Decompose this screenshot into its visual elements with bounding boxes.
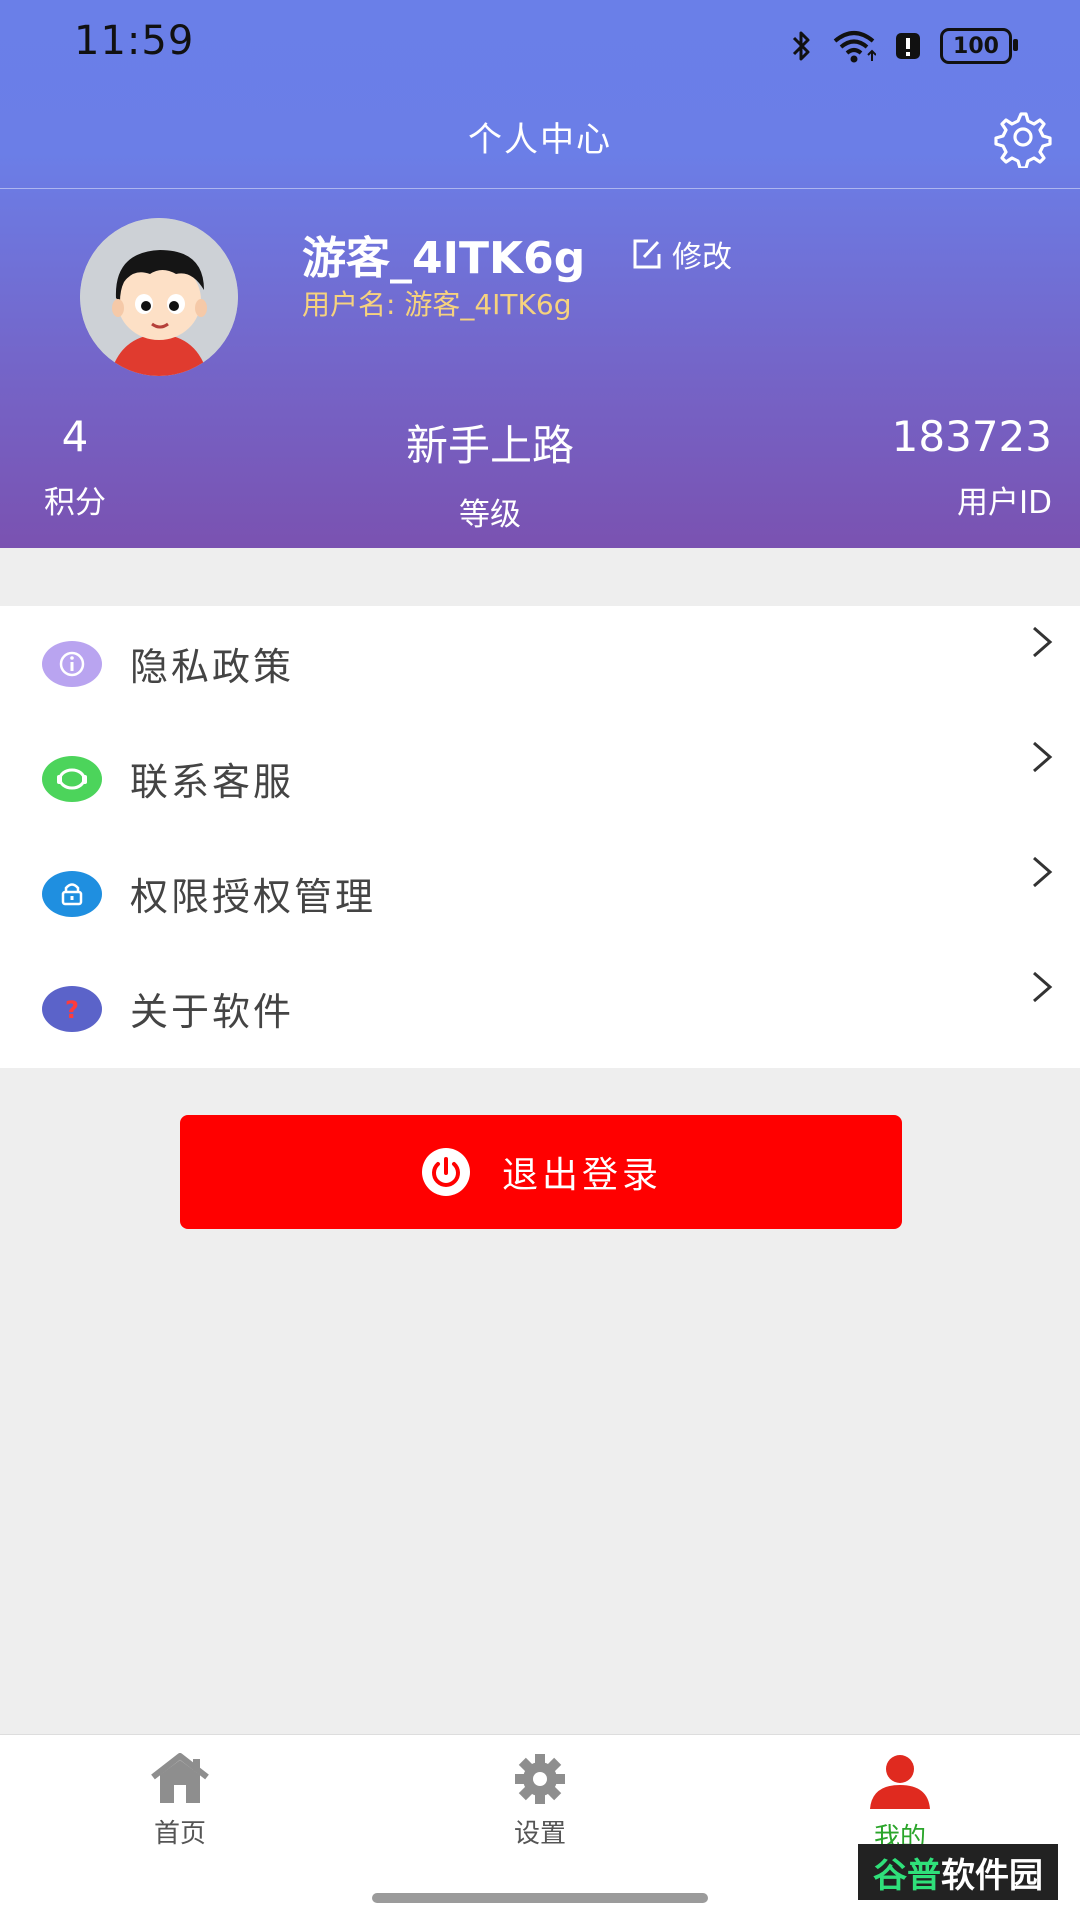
alert-icon: [896, 33, 920, 59]
tab-mine[interactable]: 我的: [810, 1753, 990, 1854]
user-icon: [870, 1755, 930, 1809]
page-title: 个人中心: [468, 120, 612, 160]
menu-label: 隐私政策: [130, 645, 295, 689]
edit-profile-button[interactable]: 修改: [630, 232, 732, 276]
profile-header: 11:59 100 个人中心 游客_4ITK6g 修改 用户名: 游客_4ITK…: [0, 0, 1080, 548]
title-bar: 个人中心: [0, 90, 1080, 189]
menu-label: 权限授权管理: [130, 875, 377, 919]
settings-gear-icon[interactable]: [990, 106, 1052, 168]
menu-item-permission-management[interactable]: 权限授权管理: [0, 836, 1080, 951]
menu-item-privacy-policy[interactable]: 隐私政策: [0, 606, 1080, 721]
stat-label: 用户ID: [956, 485, 1052, 521]
menu-item-about[interactable]: ? 关于软件: [0, 951, 1080, 1066]
stat-user-id: 183723 用户ID: [892, 412, 1052, 522]
username-row: 用户名: 游客_4ITK6g: [302, 283, 571, 323]
menu-label: 关于软件: [130, 990, 295, 1034]
watermark-text-1: 谷普: [873, 1855, 941, 1896]
chevron-right-icon: [1033, 741, 1053, 773]
wifi-icon: [833, 31, 876, 63]
status-time: 11:59: [74, 18, 195, 64]
stat-level: 新手上路 等级: [360, 412, 620, 534]
lock-icon: [42, 870, 102, 917]
stat-label: 等级: [459, 497, 521, 533]
battery-level: 100: [953, 33, 999, 59]
stat-points: 4 积分: [30, 412, 120, 522]
battery-icon: 100: [940, 28, 1018, 64]
question-icon: ?: [42, 985, 102, 1032]
chevron-right-icon: [1033, 626, 1053, 658]
gear-icon: [515, 1754, 565, 1804]
home-icon: [151, 1753, 209, 1803]
info-icon: [42, 640, 102, 687]
menu-label: 联系客服: [130, 760, 295, 804]
tab-label: 首页: [153, 1819, 206, 1849]
tab-label: 设置: [513, 1819, 566, 1849]
status-icons: 100: [790, 26, 1018, 66]
status-bar: 11:59 100: [0, 0, 1080, 90]
home-indicator[interactable]: [372, 1893, 708, 1903]
logout-label: 退出登录: [501, 1155, 662, 1196]
edit-icon: [633, 239, 661, 269]
tab-home[interactable]: 首页: [90, 1753, 270, 1850]
edit-label: 修改: [672, 240, 732, 275]
headset-icon: [42, 755, 102, 802]
watermark-logo: 谷普 软件园: [858, 1844, 1058, 1900]
username-prefix: 用户名:: [302, 288, 405, 321]
bluetooth-icon: [792, 31, 810, 61]
tab-settings[interactable]: 设置: [450, 1753, 630, 1850]
stat-label: 积分: [44, 485, 106, 521]
chevron-right-icon: [1033, 856, 1053, 888]
avatar-image: [80, 218, 238, 376]
svg-text:?: ?: [65, 996, 79, 1024]
stat-value: 新手上路: [405, 421, 574, 470]
watermark-text-2: 软件园: [941, 1855, 1043, 1896]
stat-value: 183723: [891, 412, 1052, 461]
menu-item-contact-support[interactable]: 联系客服: [0, 721, 1080, 836]
avatar[interactable]: [80, 218, 238, 376]
menu-list: 隐私政策 联系客服 权限授权管理 ? 关于软件: [0, 606, 1080, 1068]
nickname: 游客_4ITK6g: [302, 233, 586, 284]
stat-value: 4: [61, 412, 89, 461]
username-value: 游客_4ITK6g: [404, 288, 572, 321]
power-icon: [421, 1148, 470, 1196]
chevron-right-icon: [1033, 971, 1053, 1003]
logout-button[interactable]: 退出登录: [180, 1115, 902, 1229]
